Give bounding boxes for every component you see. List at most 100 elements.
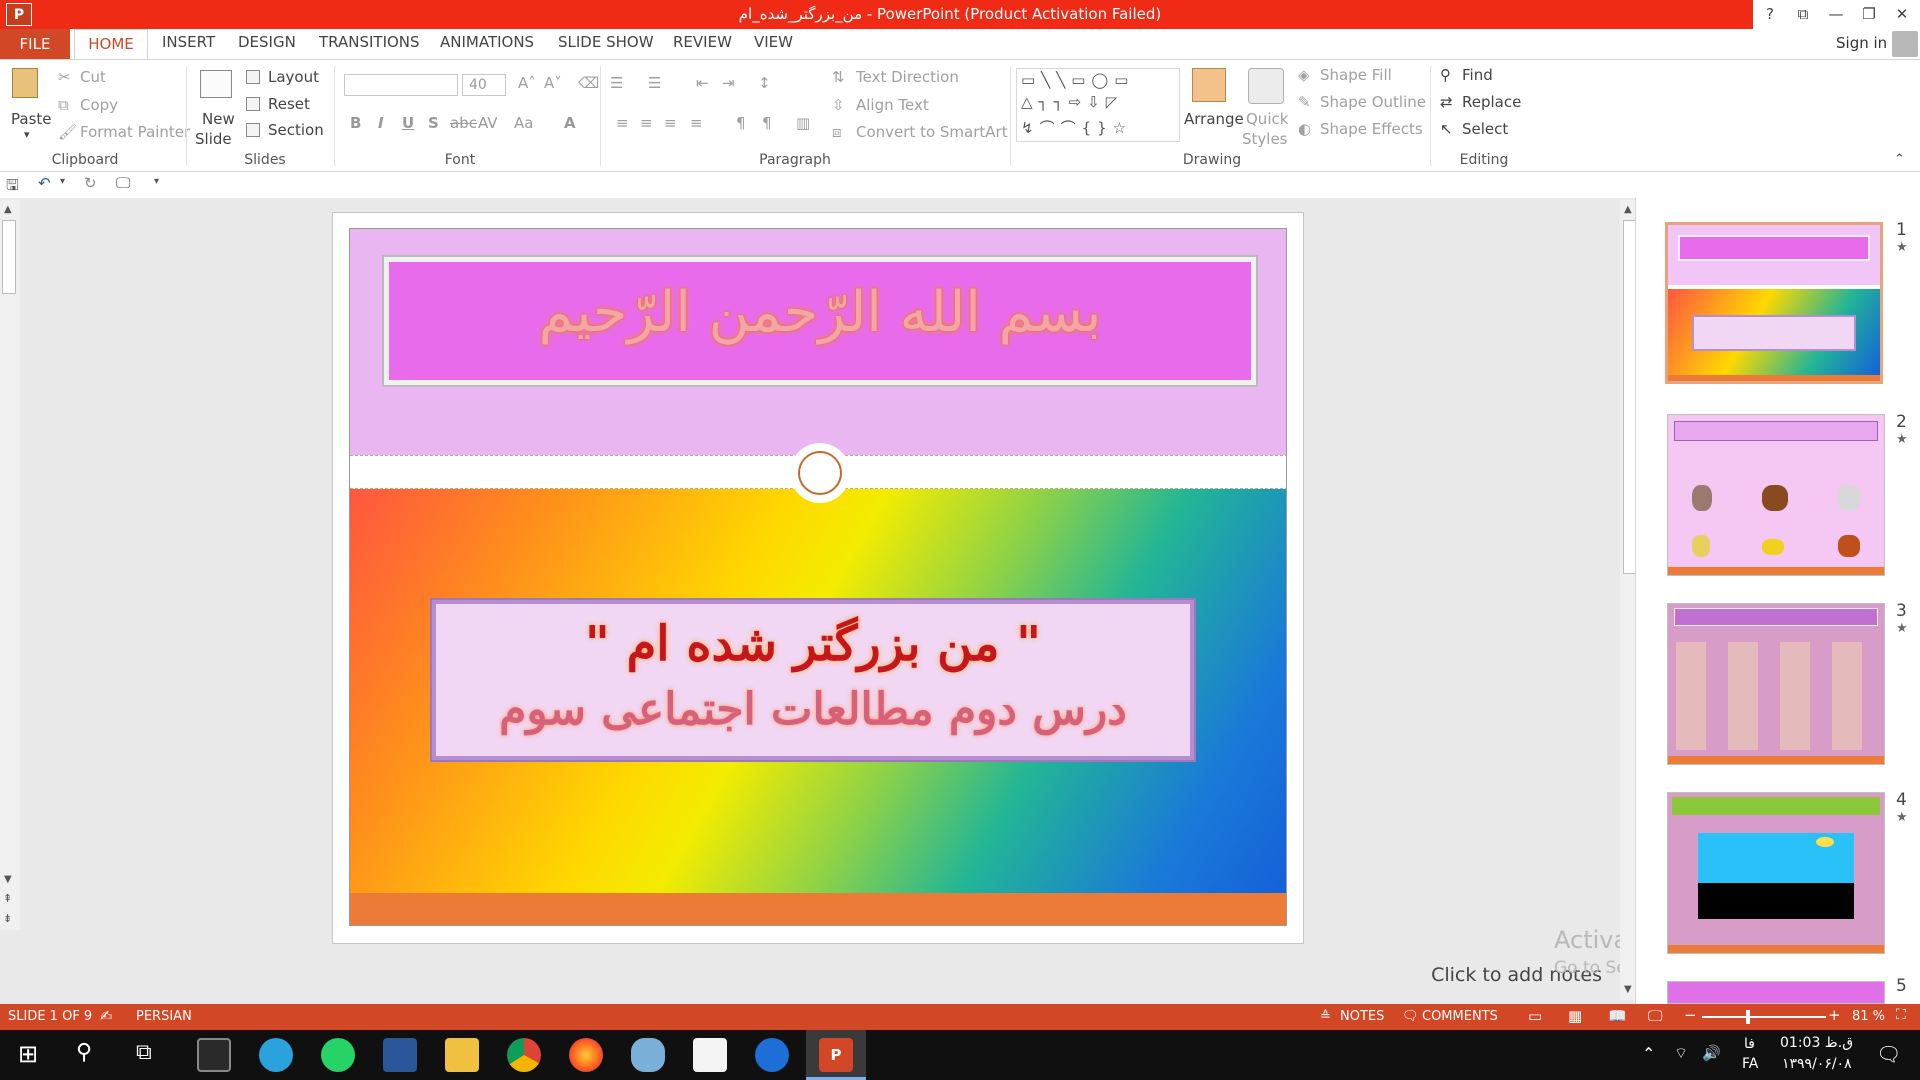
align-text-button[interactable]: Align Text (856, 96, 929, 114)
align-left-icon[interactable]: ≡ (616, 114, 629, 132)
quick-styles-button-line2[interactable]: Styles (1242, 130, 1288, 148)
undo-icon[interactable]: ↶ (38, 174, 51, 192)
collapse-ribbon-chevron-icon[interactable]: ⌃ (1894, 152, 1905, 167)
slide-thumbnail-5[interactable] (1667, 981, 1885, 1004)
telegram-icon[interactable] (259, 1038, 293, 1072)
maximize-button[interactable]: ❐ (1856, 2, 1882, 26)
slide-thumbnail-2[interactable] (1667, 414, 1885, 576)
task-view-icon[interactable]: ⧉ (136, 1040, 152, 1065)
right-to-left-icon[interactable]: ¶ (762, 114, 772, 132)
strikethrough-icon[interactable]: abc (450, 114, 477, 132)
font-color-icon[interactable]: A (564, 114, 576, 132)
text-direction-button[interactable]: Text Direction (856, 68, 959, 86)
start-slideshow-icon[interactable]: 🖵 (116, 174, 130, 192)
scroll-down-icon[interactable]: ▼ (4, 874, 12, 885)
help-button[interactable]: ? (1757, 2, 1783, 26)
align-center-icon[interactable]: ≡ (640, 114, 653, 132)
current-slide[interactable]: بسم الله الرّحمن الرّحیم " من بزرگتر شده… (349, 228, 1287, 926)
scroll-thumb[interactable] (2, 220, 16, 294)
italic-icon[interactable]: I (378, 114, 384, 132)
slide-counter[interactable]: SLIDE 1 OF 9 (8, 1009, 92, 1024)
scroll-up-icon[interactable]: ▲ (4, 204, 12, 215)
previous-slide-icon[interactable]: ⇞ (3, 892, 12, 905)
new-slide-button-line1[interactable]: New (202, 110, 235, 128)
file-explorer-icon[interactable] (445, 1038, 479, 1072)
tab-transitions[interactable]: TRANSITIONS (319, 33, 420, 51)
paste-button[interactable]: Paste (11, 110, 52, 128)
tab-home[interactable]: HOME (74, 29, 148, 60)
normal-view-icon[interactable]: ▭ (1528, 1007, 1542, 1025)
change-case-icon[interactable]: Aa (514, 114, 533, 132)
shapes-row-1-icon[interactable]: ▭╲╲▭◯▭ (1021, 71, 1134, 89)
bullets-icon[interactable]: ☰ (610, 74, 623, 92)
paste-dropdown-chevron-icon[interactable]: ▾ (24, 128, 30, 141)
shapes-row-2-icon[interactable]: △┐┐⇨⇩◸ (1021, 93, 1123, 111)
search-icon[interactable]: ⚲ (76, 1040, 92, 1065)
show-hidden-icons-chevron-icon[interactable]: ⌃ (1642, 1044, 1655, 1063)
zoom-in-icon[interactable]: + (1828, 1006, 1841, 1024)
tab-review[interactable]: REVIEW (673, 33, 732, 51)
tab-insert[interactable]: INSERT (162, 33, 215, 51)
user-avatar-icon[interactable] (1892, 31, 1918, 57)
increase-indent-icon[interactable]: ⇥ (722, 74, 735, 92)
reset-button[interactable]: Reset (268, 95, 310, 113)
zoom-slider-thumb[interactable] (1746, 1010, 1750, 1024)
convert-to-smartart-button[interactable]: Convert to SmartArt (856, 123, 1008, 141)
decrease-font-size-icon[interactable]: A˅ (544, 74, 562, 92)
left-to-right-icon[interactable]: ¶ (736, 114, 746, 132)
windows-start-icon[interactable]: ⊞ (18, 1040, 38, 1068)
clear-formatting-icon[interactable]: ⌫ (578, 74, 599, 92)
slide-thumbnail-4[interactable] (1667, 792, 1885, 954)
whatsapp-icon[interactable] (321, 1038, 355, 1072)
increase-font-size-icon[interactable]: A˄ (518, 74, 536, 92)
tab-file[interactable]: FILE (0, 29, 70, 59)
language-indicator[interactable]: PERSIAN (136, 1009, 192, 1024)
ribbon-display-options-button[interactable]: ⧉ (1790, 2, 1816, 26)
paint-icon[interactable] (631, 1038, 665, 1072)
clock-time[interactable]: 01:03 ق.ظ (1780, 1035, 1853, 1051)
arrange-button[interactable]: Arrange (1184, 110, 1244, 128)
shape-fill-button[interactable]: Shape Fill (1320, 66, 1392, 84)
wifi-icon[interactable]: ⌔ (1674, 1044, 1688, 1063)
left-vertical-scrollbar[interactable]: ▲ ▼ ⇞ ⇟ (0, 200, 20, 930)
chrome-icon[interactable] (507, 1038, 541, 1072)
columns-icon[interactable]: ▥ (796, 114, 810, 132)
undo-dropdown-chevron-icon[interactable]: ▾ (60, 176, 65, 187)
zoom-level[interactable]: 81 % (1852, 1009, 1885, 1024)
slideshow-view-icon[interactable]: 🖵 (1648, 1007, 1662, 1025)
close-button[interactable]: ✕ (1889, 2, 1915, 26)
redo-icon[interactable]: ↻ (84, 174, 97, 192)
firefox-icon[interactable] (569, 1038, 603, 1072)
numbering-icon[interactable]: ☰ (648, 74, 661, 92)
tab-design[interactable]: DESIGN (238, 33, 296, 51)
bold-icon[interactable]: B (350, 114, 361, 132)
tab-view[interactable]: VIEW (754, 33, 793, 51)
thumbnail-scroll-up-icon[interactable]: ▲ (1624, 204, 1632, 215)
comments-button[interactable]: COMMENTS (1422, 1009, 1498, 1024)
input-language-bottom[interactable]: FA (1742, 1056, 1758, 1072)
slide-thumbnail-3[interactable] (1667, 603, 1885, 765)
shapes-row-3-icon[interactable]: ↯⌒⌒{}☆ (1021, 117, 1132, 138)
reading-view-icon[interactable]: 📖 (1608, 1007, 1627, 1025)
customize-qat-chevron-icon[interactable]: ▾ (154, 176, 159, 187)
lesson-title-box[interactable]: " من بزرگتر شده ام " درس دوم مطالعات اجت… (432, 600, 1194, 760)
font-size-combobox[interactable]: 40 (462, 74, 506, 96)
tab-animations[interactable]: ANIMATIONS (440, 33, 534, 51)
powerpoint-app-icon[interactable]: P (6, 3, 32, 26)
section-button[interactable]: Section (268, 121, 324, 139)
tab-slide-show[interactable]: SLIDE SHOW (558, 33, 654, 51)
new-slide-button-line2[interactable]: Slide (195, 130, 232, 148)
text-shadow-icon[interactable]: S (428, 114, 439, 132)
quick-styles-button-line1[interactable]: Quick (1246, 110, 1288, 128)
spell-check-icon[interactable]: ✍ (100, 1007, 113, 1025)
clock-date[interactable]: ۱۳۹۹/۰۶/۰۸ (1782, 1056, 1852, 1072)
zoom-slider-track[interactable] (1702, 1016, 1826, 1018)
line-spacing-icon[interactable]: ↕ (758, 74, 771, 92)
shape-effects-button[interactable]: Shape Effects (1320, 120, 1423, 138)
cut-button[interactable]: Cut (80, 68, 106, 86)
decrease-indent-icon[interactable]: ⇤ (696, 74, 709, 92)
layout-button[interactable]: Layout (268, 68, 319, 86)
input-language-top[interactable]: فا (1744, 1036, 1755, 1052)
font-family-combobox[interactable] (344, 74, 458, 96)
volume-icon[interactable]: 🔊 (1702, 1044, 1721, 1062)
